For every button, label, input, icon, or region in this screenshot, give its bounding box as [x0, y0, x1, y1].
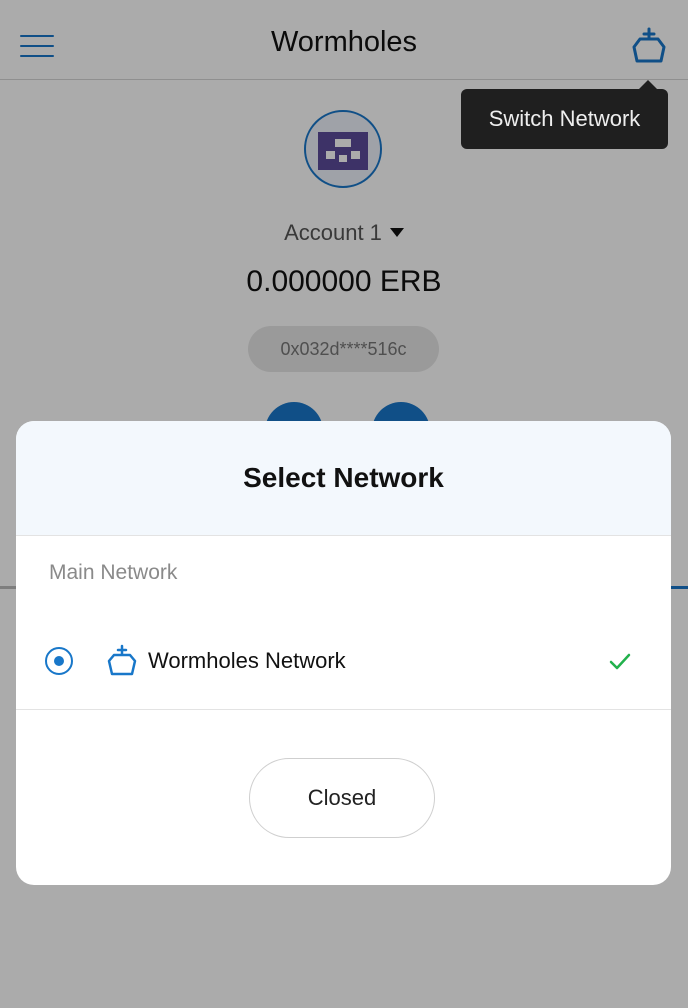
switch-network-tooltip: Switch Network — [461, 80, 668, 149]
main-network-label: Main Network — [49, 561, 178, 584]
checkmark-icon — [606, 648, 634, 676]
radio-selected[interactable] — [45, 647, 73, 675]
network-name: Wormholes Network — [148, 648, 346, 673]
dialog-title: Select Network — [243, 462, 444, 493]
dialog-header: Select Network — [16, 421, 671, 536]
network-option-wormholes[interactable]: Wormholes Network — [16, 626, 671, 710]
select-network-dialog: Select Network Main Network Wormholes Ne… — [16, 421, 671, 885]
network-crown-icon — [106, 644, 138, 678]
closed-button[interactable]: Closed — [249, 758, 435, 838]
